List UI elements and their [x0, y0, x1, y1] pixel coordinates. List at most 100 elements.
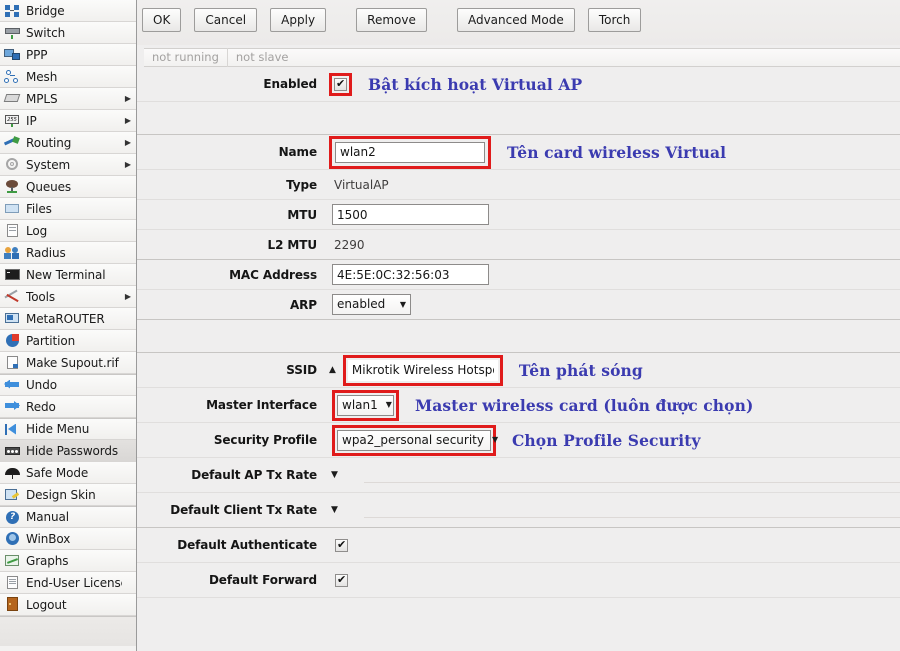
row-mac-address: MAC Address — [137, 260, 900, 290]
sidebar-item-label: WinBox — [26, 532, 122, 546]
master-interface-highlight-box: wlan1 ▼ — [332, 390, 399, 421]
mac-address-input[interactable] — [332, 264, 489, 285]
default-client-tx-rate-field[interactable] — [364, 517, 900, 518]
status-bar: not running not slave — [144, 48, 900, 67]
sidebar-item-tools[interactable]: Tools▶ — [0, 286, 136, 308]
mpls-icon — [4, 91, 21, 106]
sidebar-item-new-terminal[interactable]: New Terminal — [0, 264, 136, 286]
sidebar-item-partition[interactable]: Partition — [0, 330, 136, 352]
sidebar-item-redo[interactable]: Redo — [0, 396, 136, 418]
sidebar-item-safe-mode[interactable]: Safe Mode — [0, 462, 136, 484]
master-interface-value: wlan1 — [342, 396, 378, 415]
annotation-security-profile: Chọn Profile Security — [512, 431, 701, 450]
sidebar-item-label: Redo — [26, 400, 122, 414]
sidebar-item-label: Radius — [26, 246, 122, 260]
chevron-up-icon[interactable]: ▲ — [329, 366, 336, 375]
sidebar-item-graphs[interactable]: Graphs — [0, 550, 136, 572]
l2mtu-label: L2 MTU — [137, 238, 329, 252]
sidebar-item-make-supout-rif[interactable]: Make Supout.rif — [0, 352, 136, 374]
default-forward-checkbox[interactable] — [335, 574, 348, 587]
master-interface-label: Master Interface — [137, 398, 329, 412]
bridge-icon — [4, 3, 21, 18]
sidebar-item-end-user-license[interactable]: End-User License — [0, 572, 136, 594]
row-arp: ARP enabled ▼ — [137, 290, 900, 320]
default-forward-label: Default Forward — [137, 573, 329, 587]
enabled-highlight-box — [329, 73, 352, 96]
sidebar-item-metarouter[interactable]: MetaROUTER — [0, 308, 136, 330]
sidebar-item-radius[interactable]: Radius — [0, 242, 136, 264]
sidebar-item-label: MPLS — [26, 92, 122, 106]
default-ap-tx-rate-field[interactable] — [364, 482, 900, 483]
sidebar-item-hide-menu[interactable]: Hide Menu — [0, 418, 136, 440]
sidebar-item-bridge[interactable]: Bridge — [0, 0, 136, 22]
sidebar-item-label: Log — [26, 224, 122, 238]
sidebar-item-label: Undo — [26, 378, 122, 392]
security-profile-dropdown[interactable]: wpa2_personal security ▼ — [337, 430, 491, 451]
row-spacer — [137, 102, 900, 135]
sidebar-item-routing[interactable]: Routing▶ — [0, 132, 136, 154]
sidebar-item-label: IP — [26, 114, 122, 128]
name-input[interactable] — [335, 142, 485, 163]
row-security-profile: Security Profile wpa2_personal security … — [137, 423, 900, 458]
remove-button[interactable]: Remove — [356, 8, 427, 32]
l2mtu-value: 2290 — [329, 238, 365, 252]
sidebar-item-ppp[interactable]: PPP — [0, 44, 136, 66]
document-icon — [4, 355, 21, 370]
chevron-right-icon: ▶ — [122, 138, 134, 147]
torch-button[interactable]: Torch — [588, 8, 642, 32]
security-profile-value: wpa2_personal security — [342, 431, 484, 450]
sidebar-item-label: Partition — [26, 334, 122, 348]
ip-icon: 255 — [4, 113, 21, 128]
sidebar-item-label: Mesh — [26, 70, 122, 84]
chevron-down-icon[interactable]: ▼ — [331, 506, 338, 515]
mac-address-label: MAC Address — [137, 268, 329, 282]
sidebar-item-manual[interactable]: ?Manual — [0, 506, 136, 528]
sidebar-item-ip[interactable]: 255 IP▶ — [0, 110, 136, 132]
sidebar-item-label: Tools — [26, 290, 122, 304]
master-interface-dropdown[interactable]: wlan1 ▼ — [337, 395, 394, 416]
chevron-down-icon[interactable]: ▼ — [331, 471, 338, 480]
sidebar-item-system[interactable]: System▶ — [0, 154, 136, 176]
sidebar-item-label: Files — [26, 202, 122, 216]
sidebar-item-queues[interactable]: Queues — [0, 176, 136, 198]
default-authenticate-checkbox[interactable] — [335, 539, 348, 552]
sidebar-item-label: Graphs — [26, 554, 122, 568]
folder-icon — [4, 201, 21, 216]
queues-icon — [4, 179, 21, 194]
row-ssid: SSID ▲ Tên phát sóng — [137, 353, 900, 388]
cancel-button[interactable]: Cancel — [194, 8, 257, 32]
sidebar-item-undo[interactable]: Undo — [0, 374, 136, 396]
default-authenticate-label: Default Authenticate — [137, 538, 329, 552]
sidebar-item-logout[interactable]: Logout — [0, 594, 136, 616]
sidebar-item-design-skin[interactable]: Design Skin — [0, 484, 136, 506]
mtu-input[interactable] — [332, 204, 489, 225]
sidebar-item-label: Hide Passwords — [26, 444, 122, 458]
chevron-right-icon: ▶ — [122, 160, 134, 169]
arp-dropdown[interactable]: enabled ▼ — [332, 294, 411, 315]
name-label: Name — [137, 145, 329, 159]
sidebar-item-hide-passwords[interactable]: Hide Passwords — [0, 440, 136, 462]
chevron-right-icon: ▶ — [122, 116, 134, 125]
advanced-mode-button[interactable]: Advanced Mode — [457, 8, 575, 32]
winbox-window: BridgeSwitchPPPMeshMPLS▶255IP▶Routing▶Sy… — [0, 0, 900, 651]
enabled-checkbox[interactable] — [334, 78, 347, 91]
row-default-ap-tx-rate: Default AP Tx Rate ▼ — [137, 458, 900, 493]
sidebar-item-mpls[interactable]: MPLS▶ — [0, 88, 136, 110]
ok-button[interactable]: OK — [142, 8, 181, 32]
ssid-input[interactable] — [348, 360, 498, 381]
sidebar-item-log[interactable]: Log — [0, 220, 136, 242]
chevron-right-icon: ▶ — [122, 94, 134, 103]
mesh-icon — [4, 69, 21, 84]
type-label: Type — [137, 178, 329, 192]
graphs-icon — [4, 553, 21, 568]
sidebar-menu[interactable]: BridgeSwitchPPPMeshMPLS▶255IP▶Routing▶Sy… — [0, 0, 137, 651]
sidebar-item-winbox[interactable]: WinBox — [0, 528, 136, 550]
sidebar-item-label: New Terminal — [26, 268, 122, 282]
interface-config-panel: OK Cancel Apply Remove Advanced Mode Tor… — [137, 0, 900, 651]
row-l2mtu: L2 MTU 2290 — [137, 230, 900, 260]
sidebar-item-switch[interactable]: Switch — [0, 22, 136, 44]
apply-button[interactable]: Apply — [270, 8, 326, 32]
sidebar-filler — [0, 616, 136, 646]
sidebar-item-files[interactable]: Files — [0, 198, 136, 220]
sidebar-item-mesh[interactable]: Mesh — [0, 66, 136, 88]
